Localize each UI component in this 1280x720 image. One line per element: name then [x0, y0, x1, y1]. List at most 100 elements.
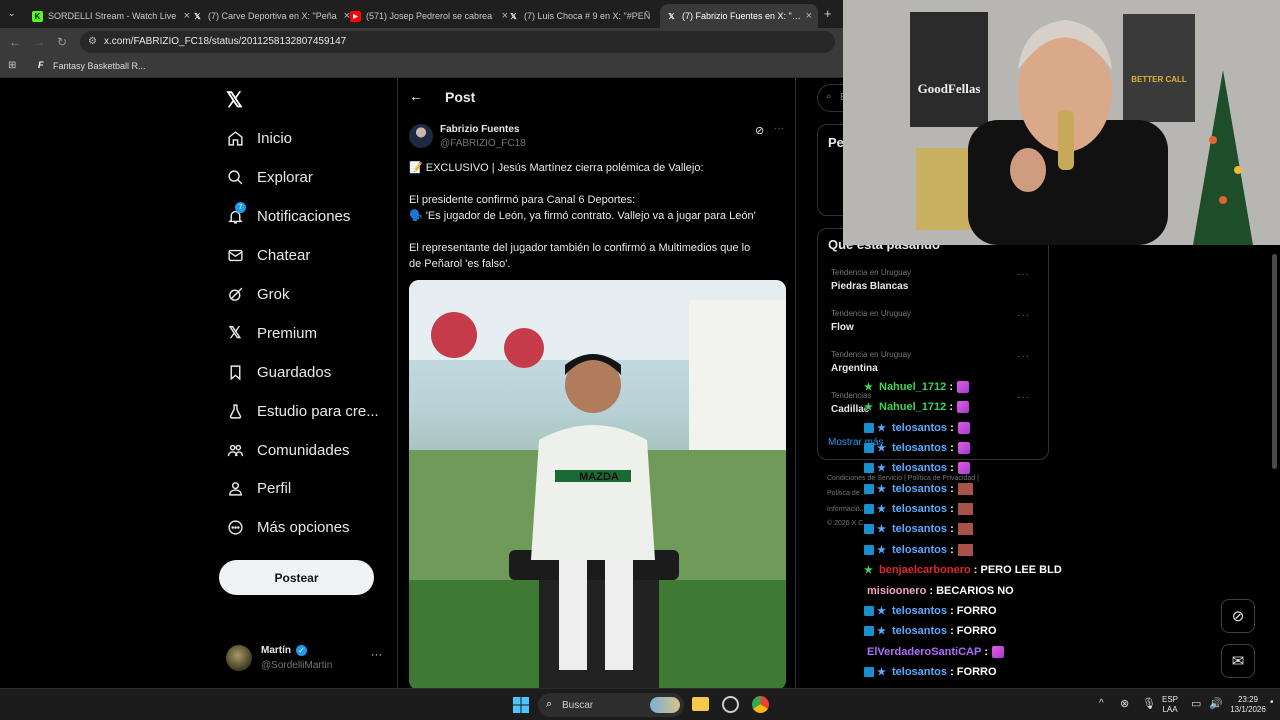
- chat-username: telosantos: [892, 483, 948, 495]
- speaker-icon[interactable]: 🔊: [1209, 697, 1223, 710]
- premium-title: Pe: [828, 135, 844, 150]
- nav-bookmarks[interactable]: Guardados: [226, 357, 331, 387]
- chat-text: FORRO: [956, 666, 997, 678]
- nav-more[interactable]: Más opciones: [226, 512, 350, 542]
- nav-explore[interactable]: Explorar: [226, 162, 313, 192]
- x-logo-icon: 𝕏: [228, 325, 242, 342]
- grok-icon[interactable]: ⊘: [755, 124, 764, 137]
- nav-premium[interactable]: 𝕏 Premium: [226, 318, 317, 348]
- author-handle[interactable]: @FABRIZIO_FC18: [440, 138, 526, 149]
- emote-icon: [957, 523, 973, 535]
- tray-chevron-icon[interactable]: ^: [1099, 698, 1104, 709]
- taskbar-search[interactable]: ⌕ Buscar: [538, 693, 684, 717]
- home-icon: [226, 129, 244, 147]
- monitor-icon[interactable]: ▭: [1191, 697, 1201, 710]
- nav-label: Perfil: [257, 479, 292, 497]
- nav-notifications[interactable]: 7 Notificaciones: [226, 201, 350, 231]
- grok-floating-button[interactable]: ⊘: [1221, 599, 1255, 633]
- search-icon: [226, 168, 244, 186]
- more-dots-icon[interactable]: ···: [1017, 351, 1030, 362]
- chat-username: ElVerdaderoSantiCAP: [867, 646, 982, 658]
- post-image[interactable]: MAZDA: [409, 280, 786, 690]
- bookmark-item[interactable]: Fantasy Basketball R...: [53, 61, 146, 71]
- nav-profile[interactable]: Perfil: [226, 473, 291, 503]
- search-icon: ⌕: [546, 698, 553, 710]
- post-button[interactable]: Postear: [219, 560, 374, 595]
- chat-text: FORRO: [956, 605, 997, 617]
- post-column: ← Post Fabrizio Fuentes @FABRIZIO_FC18 ⊘…: [397, 78, 796, 690]
- windows-taskbar: ⌕ Buscar ^ ⊗ 🎙 ESP LAA ▭ 🔊 23:29 13/1/20…: [0, 688, 1280, 720]
- chat-text: BECARIOS NO: [936, 585, 1014, 597]
- more-dots-icon[interactable]: ···: [1017, 392, 1030, 403]
- x-logo-icon[interactable]: 𝕏: [226, 88, 243, 113]
- notification-bell-icon[interactable]: •: [1270, 697, 1274, 708]
- star-badge-icon: ★: [864, 565, 873, 576]
- chat-message: ★ telosantos : FORRO: [864, 602, 997, 620]
- forward-arrow-icon[interactable]: →: [33, 35, 45, 49]
- clock[interactable]: 23:29 13/1/2026: [1228, 695, 1268, 715]
- nav-chat[interactable]: Chatear: [226, 240, 310, 270]
- url-input[interactable]: ⚙ x.com/FABRIZIO_FC18/status/20112581328…: [80, 31, 835, 53]
- kick-icon: K: [32, 10, 43, 22]
- close-icon[interactable]: ×: [806, 10, 812, 22]
- tab-list-chevron-icon[interactable]: ⌄: [8, 8, 16, 19]
- prime-badge-icon: [864, 463, 874, 473]
- trend-item[interactable]: Flow: [831, 322, 854, 333]
- language-indicator[interactable]: ESP LAA: [1162, 695, 1178, 715]
- language-code: ESP: [1162, 695, 1179, 704]
- chat-username: Nahuel_1712: [879, 381, 947, 393]
- chat-username: telosantos: [892, 666, 948, 678]
- tab-sordelli[interactable]: K SORDELLI Stream - Watch Live ×: [26, 4, 196, 28]
- streamer-camera: GoodFellas BETTER CALL: [843, 0, 1280, 245]
- new-tab-icon[interactable]: +: [824, 6, 832, 21]
- scrollbar[interactable]: [1272, 254, 1277, 469]
- star-badge-icon: ★: [864, 382, 873, 393]
- network-icon[interactable]: ⊗: [1120, 697, 1129, 710]
- svg-text:MAZDA: MAZDA: [579, 471, 619, 483]
- star-badge-icon: ★: [877, 524, 886, 535]
- tab-luis-choca[interactable]: 𝕏 (7) Luis Choca # 9 en X: "#PEÑ ×: [502, 4, 672, 28]
- more-dots-icon[interactable]: ···: [371, 649, 382, 661]
- file-explorer-icon[interactable]: [692, 697, 709, 711]
- nav-label: Guardados: [257, 363, 332, 381]
- trend-context: Tendencia en Uruguay: [831, 350, 912, 359]
- tab-youtube[interactable]: ▶ (571) Josep Pedrerol se cabrea ×: [344, 4, 514, 28]
- author-name[interactable]: Fabrizio Fuentes: [440, 124, 519, 135]
- site-info-icon[interactable]: ⚙: [88, 31, 97, 53]
- emote-icon: [957, 381, 969, 393]
- post-text-line: El presidente confirmó para Canal 6 Depo…: [409, 194, 636, 206]
- tab-carve[interactable]: 𝕏 (7) Carve Deportiva en X: "Peña ×: [186, 4, 356, 28]
- footer-links[interactable]: Informació...: [827, 506, 866, 513]
- author-avatar[interactable]: [409, 124, 433, 148]
- more-dots-icon[interactable]: ···: [1017, 269, 1030, 280]
- nav-communities[interactable]: Comunidades: [226, 435, 350, 465]
- prime-badge-icon: [864, 524, 874, 534]
- nav-grok[interactable]: Grok: [226, 279, 290, 309]
- more-dots-icon[interactable]: ···: [774, 123, 784, 134]
- back-arrow-icon[interactable]: ←: [409, 88, 423, 104]
- trend-context: Tendencia en Uruguay: [831, 309, 912, 318]
- apps-grid-icon[interactable]: ⊞: [8, 60, 16, 71]
- reload-icon[interactable]: ↻: [57, 35, 67, 49]
- more-dots-icon[interactable]: ···: [1017, 310, 1030, 321]
- back-arrow-icon[interactable]: ←: [9, 35, 21, 49]
- tab-fabrizio[interactable]: 𝕏 (7) Fabrizio Fuentes en X: "📝 E ×: [660, 4, 818, 28]
- microphone-icon[interactable]: 🎙: [1142, 697, 1156, 710]
- nav-creator-studio[interactable]: Estudio para cre...: [226, 396, 379, 426]
- webcam-overlay: GoodFellas BETTER CALL: [843, 0, 1280, 245]
- app-icon[interactable]: [722, 696, 739, 713]
- trend-item[interactable]: Argentina: [831, 363, 878, 374]
- messages-floating-button[interactable]: ✉: [1221, 644, 1255, 678]
- bookmark-icon: [226, 363, 244, 381]
- windows-start-icon[interactable]: [513, 697, 529, 713]
- account-switcher[interactable]: Martín ✓ @SordelliMartin ···: [226, 643, 386, 673]
- notification-badge: 7: [235, 202, 246, 213]
- emote-icon: [957, 503, 973, 515]
- chrome-icon[interactable]: [752, 696, 769, 713]
- footer-links[interactable]: Política de ...: [827, 490, 867, 497]
- trend-item[interactable]: Piedras Blancas: [831, 281, 908, 292]
- chat-username: telosantos: [892, 523, 948, 535]
- nav-home[interactable]: Inicio: [226, 123, 292, 153]
- chat-username: benjaelcarbonero: [879, 564, 971, 576]
- chat-message: ★ telosantos :: [864, 520, 973, 538]
